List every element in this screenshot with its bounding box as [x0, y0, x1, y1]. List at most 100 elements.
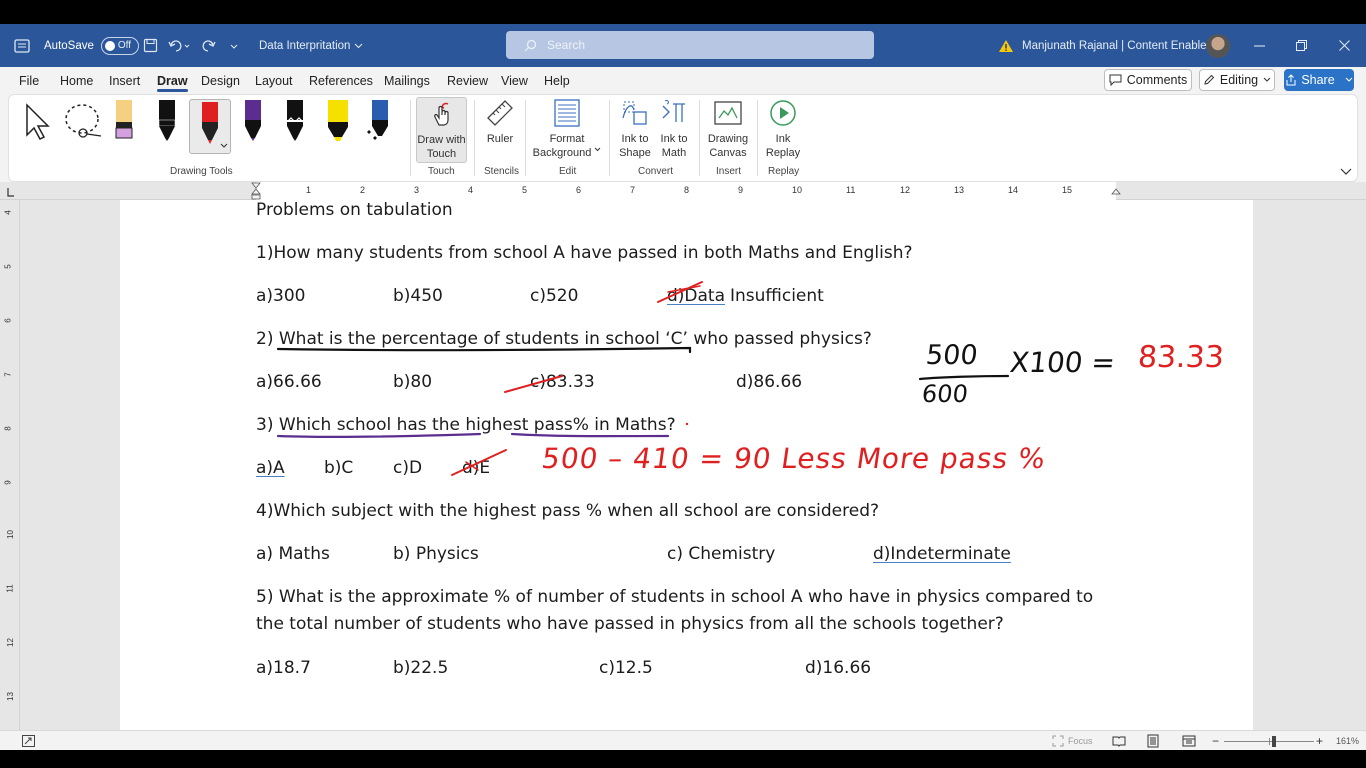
editing-button[interactable]: Editing: [1199, 69, 1275, 91]
ruler-number: 5: [522, 185, 528, 195]
lasso-select-icon[interactable]: [63, 102, 105, 145]
ruler-number: 11: [5, 584, 15, 593]
collapse-ribbon-icon[interactable]: [1340, 163, 1352, 181]
ruler-number: 7: [3, 372, 13, 377]
zoom-level[interactable]: 161%: [1336, 731, 1359, 751]
web-layout-icon[interactable]: [1182, 731, 1196, 751]
question-5-line-2: the total number of students who have pa…: [256, 614, 1004, 634]
chevron-down-icon: [1345, 77, 1353, 82]
user-name[interactable]: Manjunath Rajanal | Content Enablers: [1022, 24, 1216, 67]
ink-to-math-icon: [662, 99, 685, 122]
search-icon: [524, 39, 537, 51]
ruler-number: 12: [900, 185, 911, 195]
ruler-ticks: [7, 182, 1121, 200]
restore-icon[interactable]: [1296, 24, 1307, 67]
format-background-button[interactable]: Format Background: [532, 98, 602, 160]
q1-option-d-rest: Insufficient: [730, 286, 824, 306]
save-icon[interactable]: [143, 24, 158, 67]
autosave-label: AutoSave: [44, 39, 94, 52]
tab-insert[interactable]: Insert: [109, 67, 140, 94]
accessibility-icon[interactable]: [22, 731, 35, 751]
zoom-in-button[interactable]: +: [1316, 731, 1323, 751]
zoom-slider-track: [1224, 735, 1314, 747]
q4-option-c: c) Chemistry: [667, 544, 776, 564]
touch-hand-icon: [433, 102, 449, 126]
share-button[interactable]: Share: [1284, 69, 1354, 91]
word-window: AutoSave Off Data Interpritation Manjuna…: [0, 0, 1366, 768]
tab-home[interactable]: Home: [60, 67, 93, 94]
ruler-number: 7: [630, 185, 636, 195]
group-label-touch: Touch: [428, 166, 455, 177]
ink-replay-icon: [770, 100, 796, 126]
pen-galaxy-icon[interactable]: [283, 100, 307, 147]
pen-black-icon[interactable]: [155, 100, 179, 147]
ruler-icon: [487, 100, 513, 126]
tab-references[interactable]: References: [309, 67, 373, 94]
drawing-canvas-button[interactable]: Drawing Canvas: [705, 98, 751, 160]
drawing-canvas-icon: [714, 101, 742, 125]
document-title-text: Data Interpritation: [259, 39, 351, 52]
warning-icon[interactable]: [998, 24, 1014, 67]
q2-option-a: a)66.66: [256, 372, 322, 392]
zoom-slider-thumb[interactable]: [1272, 735, 1276, 747]
ink-to-shape-icon: [622, 101, 647, 125]
ruler-number: 3: [414, 185, 420, 195]
comment-icon: [1109, 74, 1122, 86]
share-label: Share: [1301, 73, 1335, 87]
draw-with-touch-button[interactable]: Draw with Touch: [416, 97, 467, 163]
tab-design[interactable]: Design: [201, 67, 240, 94]
format-background-line1: Format: [549, 133, 585, 145]
toggle-knob: [104, 40, 115, 51]
tab-help[interactable]: Help: [544, 67, 570, 94]
group-label-edit: Edit: [559, 166, 577, 177]
tab-file[interactable]: File: [19, 67, 39, 94]
horizontal-ruler[interactable]: 1 2 3 4 5 6 7 8 9 10 11 12 13 14 15: [0, 182, 1366, 200]
q3-prefix: 3): [256, 415, 279, 435]
q5-option-a: a)18.7: [256, 658, 311, 678]
customize-quick-access-icon[interactable]: [230, 24, 238, 67]
ink-to-math-button[interactable]: Ink to Math: [656, 98, 692, 160]
eraser-icon[interactable]: [112, 100, 136, 147]
ruler-button[interactable]: Ruler: [482, 98, 518, 146]
tab-mailings[interactable]: Mailings: [384, 67, 430, 94]
print-layout-icon[interactable]: [1147, 731, 1159, 751]
pen-purple-icon[interactable]: [241, 100, 265, 147]
document-title[interactable]: Data Interpritation: [259, 24, 363, 67]
draw-with-touch-line2: Touch: [426, 148, 457, 160]
comments-button[interactable]: Comments: [1104, 69, 1192, 91]
ink-replay-button[interactable]: Ink Replay: [763, 98, 803, 160]
ruler-number: 4: [3, 210, 13, 215]
read-mode-icon[interactable]: [1112, 731, 1126, 751]
tab-review[interactable]: Review: [447, 67, 488, 94]
select-objects-icon[interactable]: [24, 102, 52, 145]
close-icon[interactable]: [1339, 24, 1350, 67]
focus-mode-button[interactable]: Focus: [1052, 731, 1093, 751]
ribbon-separator: [699, 100, 700, 176]
undo-icon[interactable]: [168, 24, 190, 67]
vertical-ruler[interactable]: 4 5 6 7 8 9 10 11 12 13: [0, 200, 20, 730]
ruler-label: Ruler: [486, 133, 514, 145]
highlighter-yellow-icon[interactable]: [324, 100, 352, 147]
avatar[interactable]: [1206, 33, 1230, 58]
autosave-toggle[interactable]: Off: [100, 36, 139, 55]
pen-red-icon[interactable]: [189, 99, 231, 154]
q4-option-d: d)Indeterminate: [873, 544, 1011, 564]
zoom-slider[interactable]: [1224, 731, 1314, 751]
ink-to-shape-button[interactable]: Ink to Shape: [617, 98, 653, 160]
group-label-insert: Insert: [716, 166, 742, 177]
question-1: 1)How many students from school A have p…: [256, 243, 913, 263]
drawing-canvas-line2: Canvas: [709, 147, 747, 159]
ink-fraction-numerator: 500: [924, 340, 980, 371]
tab-layout[interactable]: Layout: [255, 67, 293, 94]
q5-option-b: b)22.5: [393, 658, 449, 678]
tab-view[interactable]: View: [501, 67, 528, 94]
redo-icon[interactable]: [201, 24, 217, 67]
zoom-out-button[interactable]: −: [1212, 731, 1219, 751]
tab-draw[interactable]: Draw: [157, 67, 188, 94]
ruler-number: 8: [684, 185, 690, 195]
pen-blue-sparkle-icon[interactable]: [366, 100, 392, 147]
focus-icon: [1052, 735, 1064, 747]
search-box[interactable]: Search: [506, 31, 874, 59]
minimize-icon[interactable]: [1254, 24, 1265, 67]
ruler-number: 14: [1008, 185, 1019, 195]
